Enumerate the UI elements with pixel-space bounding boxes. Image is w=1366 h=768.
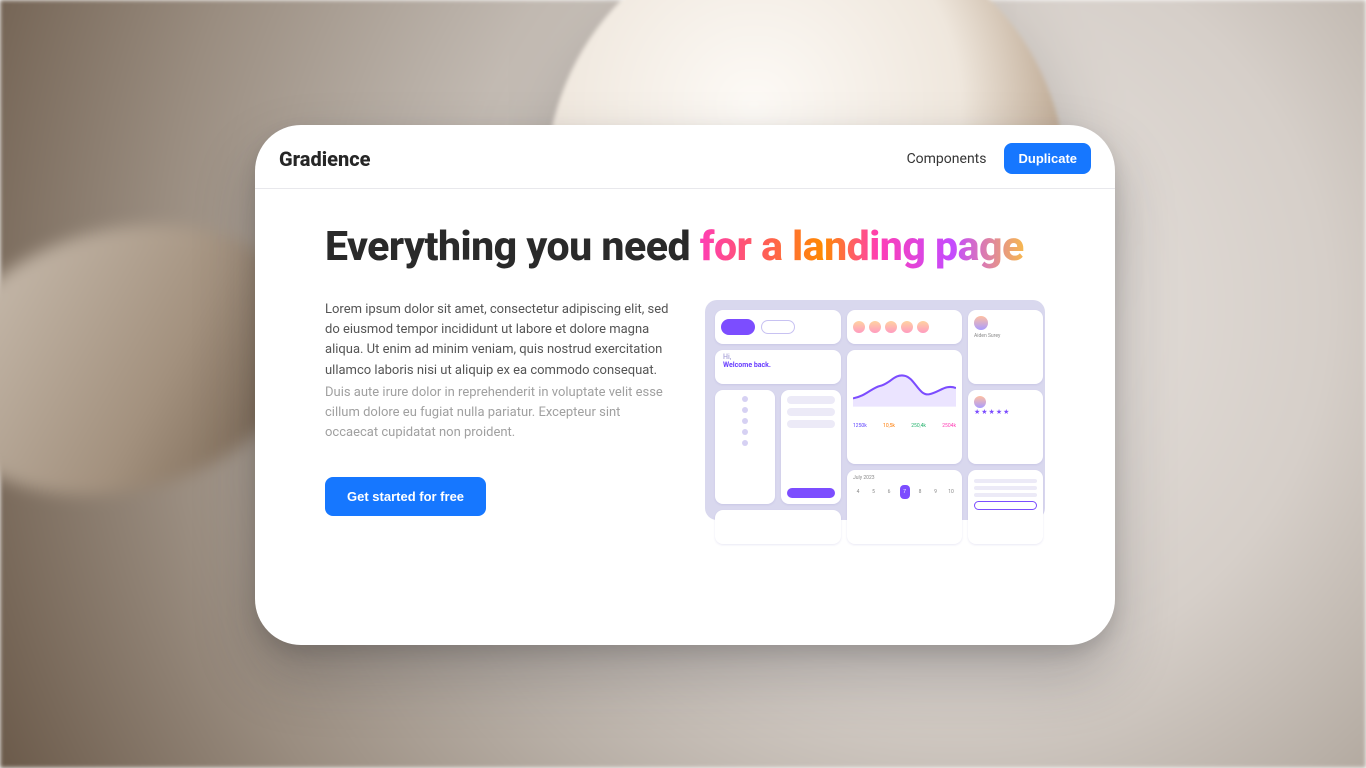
mock-profile-tile: Aiden Surey xyxy=(968,310,1043,384)
mock-actions-tile xyxy=(968,470,1043,544)
mock-sidenav-tile xyxy=(715,390,775,504)
mock-review-tile: ★★★★★ xyxy=(968,390,1043,464)
mock-cal-day: 6 xyxy=(884,485,894,499)
mock-chat-tile xyxy=(715,510,841,544)
mock-chart-svg xyxy=(853,356,956,416)
hero-title-plain: Everything you need xyxy=(325,223,700,271)
mock-chart-val-2: 250,4k xyxy=(911,423,926,429)
hero-paragraph-1: Lorem ipsum dolor sit amet, consectetur … xyxy=(325,300,675,381)
mock-avatars-tile xyxy=(847,310,962,344)
mock-cal-day: 4 xyxy=(853,485,863,499)
mock-calendar-title: July 2023 xyxy=(853,475,956,481)
mock-cal-day: 5 xyxy=(869,485,879,499)
landing-card: Gradience Components Duplicate Everythin… xyxy=(255,125,1115,645)
top-bar: Gradience Components Duplicate xyxy=(255,125,1115,189)
mock-form-tile xyxy=(781,390,841,504)
mock-chart-val-0: 1250k xyxy=(853,423,867,429)
brand-logo[interactable]: Gradience xyxy=(279,147,370,171)
hero-row: Lorem ipsum dolor sit amet, consectetur … xyxy=(325,300,1045,520)
hero-title-gradient: for a landing page xyxy=(700,223,1024,271)
mock-chart-legend: 1250k 10,5k 250,4k 2504k xyxy=(853,423,956,429)
mock-welcome-tile: Hi, Welcome back. xyxy=(715,350,841,384)
mock-stars-icon: ★★★★★ xyxy=(974,408,1037,416)
hero-section: Everything you need for a landing page L… xyxy=(255,189,1115,520)
components-mock-image: Aiden Surey Hi, Welcome back. 1250k 10,5… xyxy=(705,300,1045,520)
mock-chart-val-3: 2504k xyxy=(942,423,956,429)
mock-cal-day-selected: 7 xyxy=(900,485,910,499)
mock-cal-day: 9 xyxy=(931,485,941,499)
get-started-button[interactable]: Get started for free xyxy=(325,477,486,516)
mock-profile-name: Aiden Surey xyxy=(974,333,1037,339)
nav-components-link[interactable]: Components xyxy=(907,151,987,167)
hero-title: Everything you need for a landing page xyxy=(325,223,1045,272)
duplicate-button[interactable]: Duplicate xyxy=(1004,143,1091,174)
top-nav: Components Duplicate xyxy=(907,143,1091,174)
hero-copy: Lorem ipsum dolor sit amet, consectetur … xyxy=(325,300,675,520)
mock-calendar-tile: July 2023 4 5 6 7 8 9 10 xyxy=(847,470,962,544)
mock-cal-day: 10 xyxy=(946,485,956,499)
mock-buttons-tile xyxy=(715,310,841,344)
hero-paragraph-2: Duis aute irure dolor in reprehenderit i… xyxy=(325,383,675,443)
mock-welcome-back: Welcome back. xyxy=(723,362,833,370)
mock-chart-val-1: 10,5k xyxy=(883,423,895,429)
mock-chart-tile: 1250k 10,5k 250,4k 2504k xyxy=(847,350,962,464)
mock-cal-day: 8 xyxy=(915,485,925,499)
